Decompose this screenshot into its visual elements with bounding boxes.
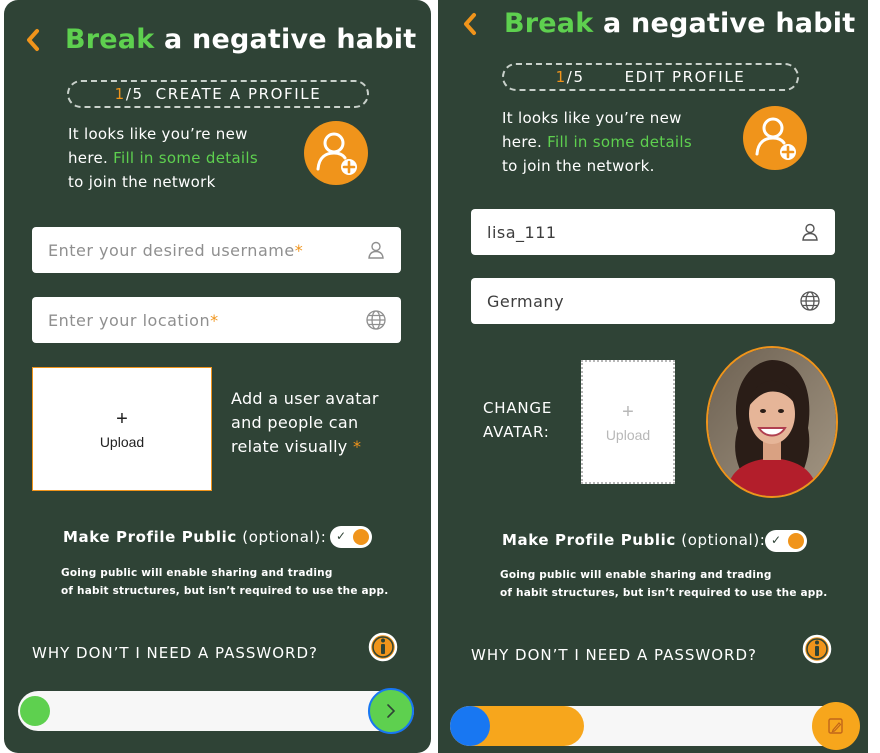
info-icon[interactable]: [802, 634, 832, 664]
change-avatar-1: CHANGE: [483, 399, 553, 417]
intro-line-3: to join the network: [68, 173, 216, 191]
progress-track: [450, 702, 860, 750]
toggle-knob: [788, 533, 804, 549]
upload-plus: +: [622, 401, 634, 423]
toggle-knob: [353, 529, 369, 545]
add-user-badge: [304, 121, 368, 185]
create-profile-screen: Break a negative habit 1/5 CREATE A PROF…: [4, 0, 431, 753]
note-line-1: Going public will enable sharing and tra…: [500, 569, 772, 581]
location-input[interactable]: Germany: [471, 278, 835, 324]
username-value: lisa_111: [487, 222, 557, 242]
public-toggle[interactable]: ✓: [765, 530, 807, 552]
note-line-1: Going public will enable sharing and tra…: [61, 567, 333, 579]
step-indicator: 1/5 EDIT PROFILE: [502, 63, 799, 91]
username-input[interactable]: Enter your desired username*: [32, 227, 401, 273]
globe-icon: [366, 310, 386, 330]
avatar-hint-1: Add a user avatar: [231, 389, 379, 408]
required-mark: *: [210, 310, 219, 330]
location-placeholder: Enter your location: [48, 310, 211, 330]
avatar-hint: Add a user avatar and people can relate …: [231, 387, 379, 459]
public-profile-label: Make Profile Public (optional):: [63, 528, 326, 546]
toggle-check: ✓: [336, 529, 347, 543]
location-placeholder-wrap: Enter your location*: [32, 311, 365, 330]
upload-plus: +: [116, 408, 128, 430]
public-note: Going public will enable sharing and tra…: [500, 567, 827, 602]
step-total: /5: [566, 68, 585, 86]
edit-button[interactable]: [812, 702, 860, 750]
note-line-2: of habit structures, but isn’t required …: [500, 586, 828, 599]
page-title: Break a negative habit: [504, 8, 855, 39]
title-accent: Break: [504, 8, 594, 39]
public-optional: (optional):: [681, 531, 766, 549]
step-counter: 1/5: [115, 85, 144, 103]
step-total: /5: [125, 85, 144, 103]
intro-line-3: to join the network.: [502, 157, 655, 175]
progress-start-knob[interactable]: [20, 696, 50, 726]
user-icon: [802, 223, 818, 241]
intro-line-1: It looks like you’re new: [68, 125, 248, 143]
change-avatar-2: AVATAR:: [483, 423, 550, 441]
required-mark: *: [294, 240, 304, 260]
avatar-photo: [706, 346, 838, 498]
step-current: 1: [555, 68, 567, 86]
arrow-right-icon: [387, 704, 396, 718]
title-rest: a negative habit: [164, 24, 417, 55]
public-profile-label: Make Profile Public (optional):: [502, 531, 765, 549]
intro-line-2: here. Fill in some details: [502, 130, 692, 154]
step-label: EDIT PROFILE: [624, 68, 746, 86]
intro-here: here.: [68, 149, 109, 167]
step-indicator: 1/5 CREATE A PROFILE: [67, 80, 369, 108]
title-accent: Break: [65, 24, 155, 55]
avatar-hint-3: relate visually *: [231, 435, 379, 459]
step-current: 1: [114, 85, 126, 103]
public-label: Make Profile Public: [63, 528, 237, 546]
change-avatar-label: CHANGE AVATAR:: [483, 396, 552, 444]
password-question[interactable]: WHY DON’T I NEED A PASSWORD?: [32, 644, 318, 662]
page-title: Break a negative habit: [65, 24, 416, 55]
avatar-upload[interactable]: + Upload: [581, 360, 675, 484]
toggle-check: ✓: [771, 533, 782, 547]
upload-label: Upload: [605, 427, 651, 443]
add-user-icon: [755, 117, 796, 160]
username-input[interactable]: lisa_111: [471, 209, 835, 255]
globe-icon: [800, 291, 820, 311]
info-icon[interactable]: [368, 632, 398, 662]
note-line-2: of habit structures, but isn’t required …: [61, 584, 389, 597]
password-question[interactable]: WHY DON’T I NEED A PASSWORD?: [471, 646, 757, 664]
avatar-hint-2: and people can: [231, 413, 359, 432]
intro-text: It looks like you’re new here. Fill in s…: [68, 122, 258, 194]
public-label: Make Profile Public: [502, 531, 676, 549]
intro-line-2: here. Fill in some details: [68, 146, 258, 170]
location-input[interactable]: Enter your location*: [32, 297, 401, 343]
edit-icon: [828, 718, 843, 734]
title-rest: a negative habit: [603, 8, 856, 39]
progress-start-knob[interactable]: [450, 706, 490, 746]
intro-highlight: Fill in some details: [547, 133, 692, 151]
public-toggle[interactable]: ✓: [330, 526, 372, 548]
username-placeholder-wrap: Enter your desired username*: [32, 241, 365, 260]
progress-track: [18, 688, 414, 734]
avatar-portrait: [708, 348, 836, 496]
add-user-icon: [316, 132, 357, 175]
intro-highlight: Fill in some details: [113, 149, 258, 167]
edit-profile-screen: Break a negative habit 1/5 EDIT PROFILE …: [438, 0, 868, 753]
intro-here: here.: [502, 133, 543, 151]
public-note: Going public will enable sharing and tra…: [61, 565, 388, 600]
username-placeholder: Enter your desired username: [48, 240, 295, 260]
location-value: Germany: [487, 291, 565, 311]
public-optional: (optional):: [242, 528, 327, 546]
avatar-upload[interactable]: + Upload: [32, 367, 212, 491]
intro-line-1: It looks like you’re new: [502, 109, 682, 127]
step-counter: 1/5: [556, 68, 585, 86]
avatar-hint-3-text: relate visually: [231, 437, 348, 456]
step-label: CREATE A PROFILE: [155, 85, 322, 103]
user-icon: [368, 241, 384, 259]
back-chevron-icon[interactable]: [24, 28, 42, 52]
add-user-badge: [743, 106, 807, 170]
intro-text: It looks like you’re new here. Fill in s…: [502, 106, 692, 178]
next-button[interactable]: [368, 688, 414, 734]
required-mark: *: [352, 437, 362, 456]
upload-label: Upload: [99, 434, 145, 450]
back-chevron-icon[interactable]: [461, 12, 479, 36]
